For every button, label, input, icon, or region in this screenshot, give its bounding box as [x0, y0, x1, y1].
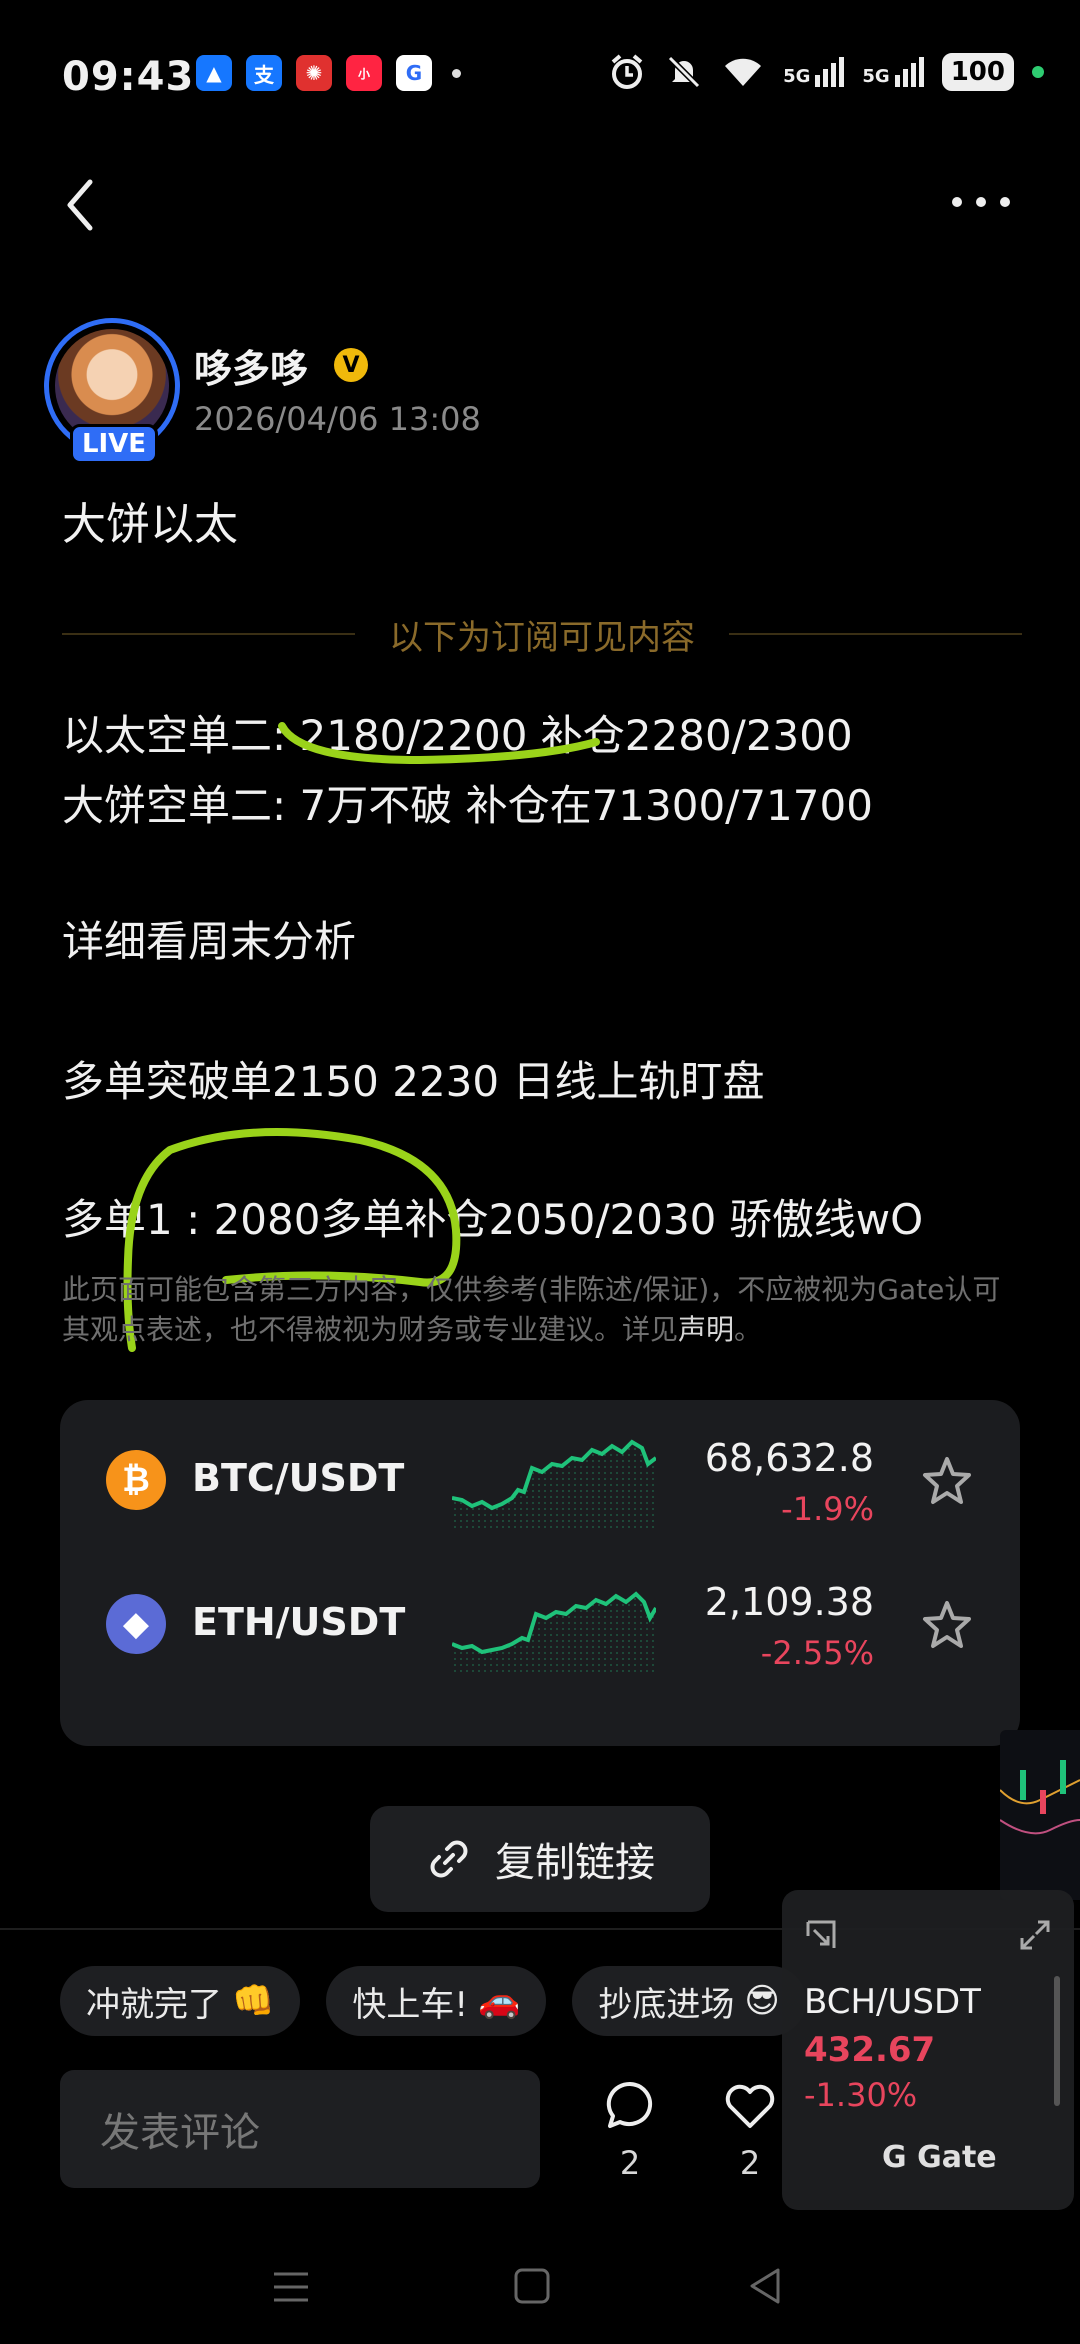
post-line-long-1: 多单1 : 2080多单补仓2050/2030 骄傲线wO — [62, 1195, 924, 1244]
alarm-icon — [611, 54, 643, 89]
chip-text: 冲就完了 — [86, 1984, 222, 2025]
subscriber-content-label: 以下为订阅可见内容 — [389, 617, 695, 658]
home-nav-icon[interactable] — [510, 2264, 554, 2308]
disclaimer-text: 此页面可能包含第三方内容，仅供参考(非陈述/保证)，不应被视为Gate认可其观点… — [62, 1273, 1001, 1346]
sparkline-chart — [452, 1439, 656, 1528]
sparkline-chart — [452, 1591, 656, 1672]
pair-label: BTC/USDT — [192, 1456, 405, 1500]
gate-app-icon: G — [396, 55, 432, 91]
favorite-star-icon[interactable] — [920, 1454, 974, 1508]
battery-indicator: 100 — [941, 53, 1014, 91]
back-button[interactable] — [56, 170, 106, 240]
quick-reply-chip[interactable]: 快上车! 🚗 — [326, 1966, 547, 2036]
divider-line — [62, 633, 355, 635]
author-name[interactable]: 哆多哆 — [194, 338, 308, 393]
gate-logo: G Gate — [882, 2140, 997, 2175]
ethereum-icon: ◆ — [106, 1594, 166, 1654]
floating-chart-thumbnail[interactable] — [1000, 1730, 1080, 1900]
signal-1-icon: 5G — [783, 57, 845, 87]
status-bar: 09:43 ▲ 支 ✺ 小 G 5G 5G 100 — [0, 40, 1080, 110]
app-red-icon: ✺ — [296, 55, 332, 91]
post-line-analysis: 详细看周末分析 — [62, 917, 357, 966]
car-icon: 🚗 — [477, 1981, 521, 2021]
market-row-eth[interactable]: ◆ ETH/USDT 2,109.38 -2.55% — [60, 1554, 1020, 1694]
widget-pair: BCH/USDT — [804, 1982, 981, 2022]
post-title: 大饼以太 — [62, 499, 238, 550]
price-value: 2,109.38 — [704, 1580, 874, 1624]
more-notifications-dot — [452, 68, 461, 78]
privacy-indicator-dot — [1032, 66, 1044, 78]
notification-app-icons: ▲ 支 ✺ 小 G — [196, 55, 461, 91]
post-detail-screen: { "status_bar": { "time": "09:43", "app_… — [0, 0, 1080, 2344]
signal-2-icon: 5G — [862, 57, 924, 87]
divider-line — [729, 633, 1022, 635]
price-value: 68,632.8 — [704, 1436, 874, 1480]
more-dot-icon — [1000, 197, 1010, 207]
mini-candlestick-chart — [1000, 1760, 1080, 1835]
market-row-btc[interactable]: ₿ BTC/USDT 68,632.8 -1.9% — [60, 1410, 1020, 1550]
quick-reply-chips: 冲就完了 👊 快上车! 🚗 抄底进场 😎 — [60, 1966, 806, 2036]
widget-price: 432.67 — [804, 2030, 936, 2070]
more-dot-icon — [976, 197, 986, 207]
favorite-star-icon[interactable] — [920, 1598, 974, 1652]
verified-badge-icon: V — [334, 348, 368, 382]
fist-icon: 👊 — [232, 1981, 275, 2021]
system-navigation-bar — [0, 2240, 1080, 2344]
copy-link-button[interactable]: 复制链接 — [370, 1806, 710, 1912]
price-change: -1.9% — [781, 1490, 874, 1528]
network-type-1: 5G — [783, 66, 811, 87]
disclaimer-link[interactable]: 声明 — [678, 1313, 734, 1346]
heart-icon — [725, 2084, 775, 2128]
alipay-cloud-icon: ▲ — [196, 55, 232, 91]
subscriber-divider: 以下为订阅可见内容 — [62, 612, 1022, 658]
market-card: ₿ BTC/USDT 68,632.8 -1.9% ◆ ETH/USDT 2,1… — [60, 1400, 1020, 1746]
disclaimer: 此页面可能包含第三方内容，仅供参考(非陈述/保证)，不应被视为Gate认可其观点… — [62, 1270, 1022, 1350]
xiaohongshu-icon: 小 — [346, 55, 382, 91]
network-type-2: 5G — [862, 66, 890, 87]
quick-reply-chip[interactable]: 冲就完了 👊 — [60, 1966, 301, 2036]
menu-nav-icon[interactable] — [270, 2266, 312, 2308]
copy-link-label: 复制链接 — [495, 1840, 655, 1886]
more-options-button[interactable] — [952, 182, 1022, 222]
floating-ticker-widget[interactable]: BCH/USDT 432.67 -1.30% G Gate — [782, 1890, 1074, 2210]
pair-label: ETH/USDT — [192, 1600, 406, 1644]
gate-brand-label: Gate — [917, 2140, 997, 2175]
post-line-btc-short: 大饼空单二: 7万不破 补仓在71300/71700 — [62, 781, 873, 830]
back-nav-icon[interactable] — [744, 2264, 788, 2308]
chip-text: 抄底进场 — [598, 1984, 735, 2025]
status-time: 09:43 — [62, 54, 195, 100]
comment-input[interactable]: 发表评论 — [60, 2070, 540, 2188]
comment-count: 2 — [619, 2144, 641, 2182]
post-line-eth-short: 以太空单二: 2180/2200 补仓2280/2300 — [62, 711, 853, 760]
post-line-breakout: 多单突破单2150 2230 日线上轨盯盘 — [62, 1057, 765, 1106]
comment-bubble-icon — [606, 2081, 653, 2128]
chip-text: 快上车! — [352, 1984, 468, 2025]
widget-change: -1.30% — [804, 2076, 918, 2114]
disclaimer-end: 。 — [734, 1313, 763, 1346]
bitcoin-icon: ₿ — [106, 1450, 166, 1510]
alipay-icon: 支 — [246, 55, 282, 91]
price-change: -2.55% — [760, 1634, 874, 1672]
like-count: 2 — [739, 2144, 761, 2182]
expand-icon[interactable] — [1018, 1918, 1052, 1952]
live-badge[interactable]: LIVE — [70, 424, 158, 464]
sunglasses-icon: 😎 — [744, 1981, 780, 2021]
wifi-icon — [725, 58, 762, 86]
comment-count-button[interactable]: 2 — [590, 2078, 670, 2182]
widget-scrollbar[interactable] — [1054, 1976, 1060, 2106]
like-count-button[interactable]: 2 — [710, 2078, 790, 2182]
mute-icon — [667, 55, 701, 89]
quick-reply-chip[interactable]: 抄底进场 😎 — [572, 1966, 806, 2036]
post-date: 2026/04/06 13:08 — [194, 400, 481, 438]
more-dot-icon — [952, 197, 962, 207]
picture-in-picture-icon[interactable] — [804, 1918, 838, 1952]
link-icon — [430, 1840, 468, 1878]
system-icons: 5G 5G 100 — [607, 52, 1044, 92]
